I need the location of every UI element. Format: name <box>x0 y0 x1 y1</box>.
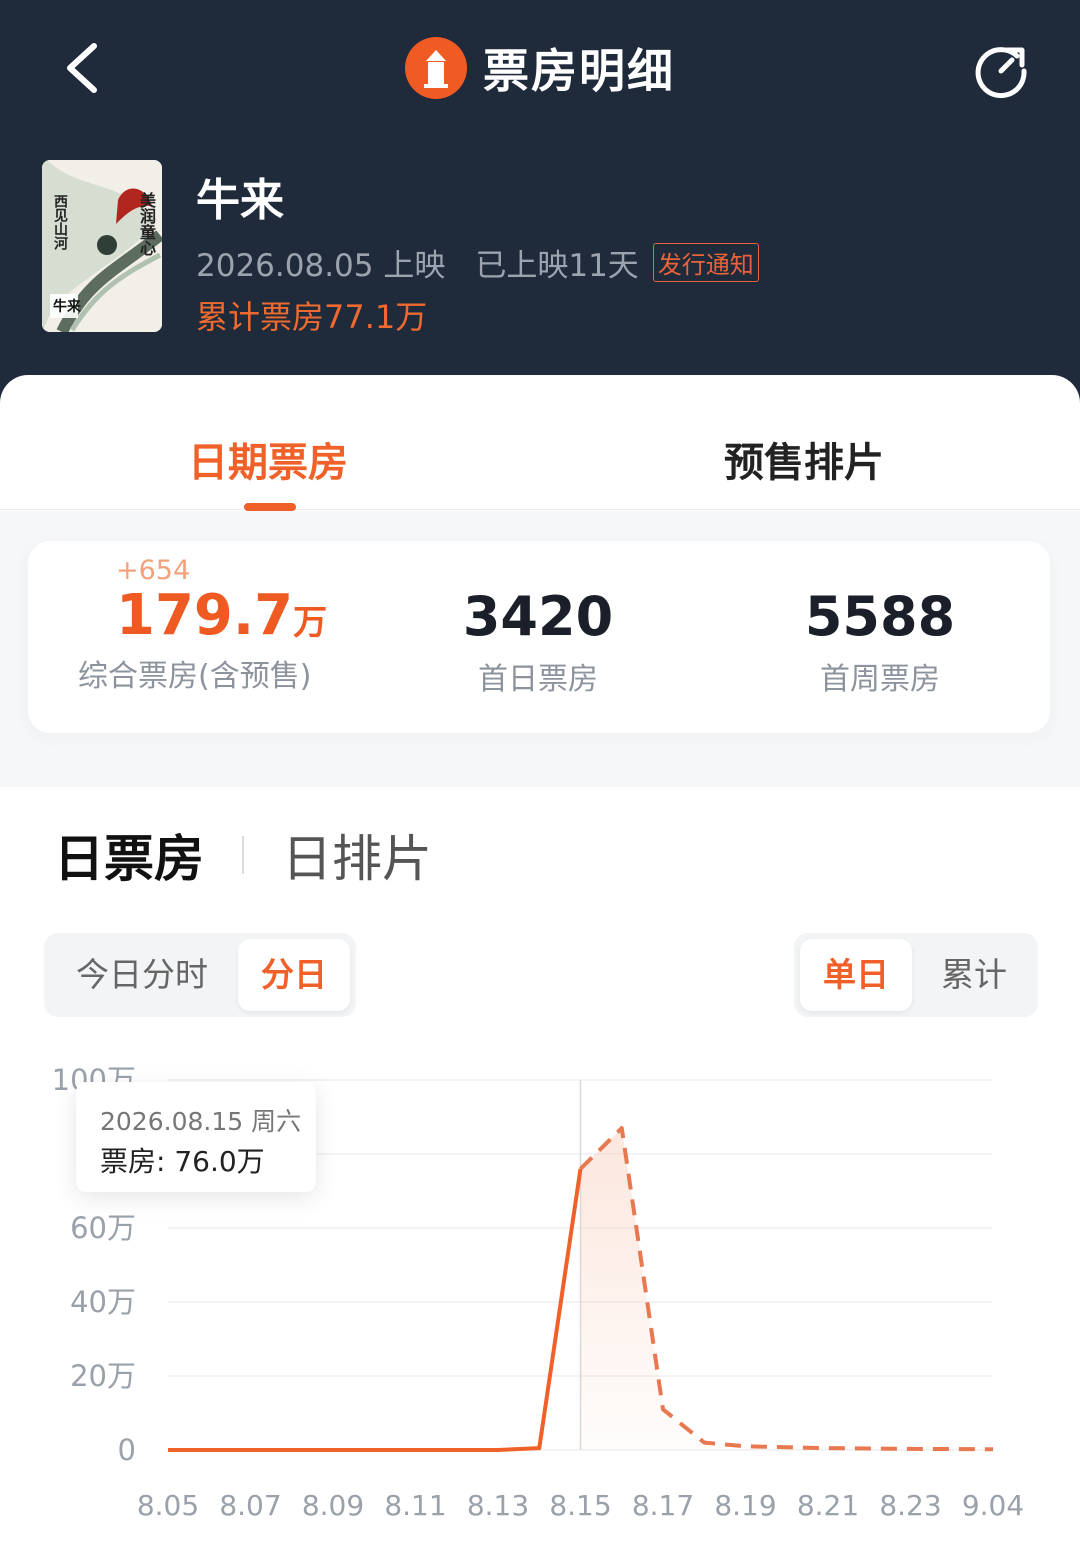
actual-box-office-line <box>168 1168 583 1452</box>
segment-cumulative[interactable]: 累计 <box>916 939 1032 1011</box>
movie-name: 牛来 <box>196 175 284 226</box>
y-axis-label: 40万 <box>70 1285 136 1319</box>
movie-poster[interactable]: 美润童心 西见山河 牛来 <box>42 160 162 332</box>
peak-area <box>580 1128 993 1450</box>
tab-date-box-office[interactable]: 日期票房 <box>188 430 348 488</box>
summary-band: +654 179.7万 综合票房(含预售) 3420 首日票房 5588 首周票… <box>0 511 1080 787</box>
first-week-stat: 5588 首周票房 <box>760 541 1000 733</box>
tab-daily-box-office[interactable]: 日票房 <box>54 819 204 891</box>
x-axis-label: 8.21 <box>797 1489 859 1522</box>
combined-box-office-stat: +654 179.7万 综合票房(含预售) <box>28 541 368 733</box>
refresh-button[interactable] <box>966 36 1036 106</box>
y-axis-label: 0 <box>118 1433 136 1467</box>
chart-tooltip: 2026.08.15 周六 票房: 76.0万 <box>76 1082 316 1192</box>
x-axis-label: 9.04 <box>962 1489 1024 1522</box>
tooltip-value: 票房: 76.0万 <box>100 1145 265 1178</box>
movie-info: 2026.08.05 上映 已上映11天 发行通知 <box>196 240 759 285</box>
first-day-stat: 3420 首日票房 <box>418 541 658 733</box>
first-week-label: 首周票房 <box>820 662 940 697</box>
tab-presale-schedule[interactable]: 预售排片 <box>724 430 884 488</box>
value-mode-segment: 单日 累计 <box>794 933 1038 1017</box>
segment-by-day[interactable]: 分日 <box>238 939 350 1011</box>
poster-text-top: 美润童心 <box>137 192 156 256</box>
page-title: 票房明细 <box>483 44 675 98</box>
first-week-value: 5588 <box>804 585 956 648</box>
active-tab-indicator <box>244 503 296 511</box>
release-date: 2026.08.05 上映 <box>196 248 446 284</box>
x-axis-label: 8.19 <box>714 1489 776 1522</box>
chart-section-tabs: 日票房 日排片 <box>54 825 432 888</box>
segment-hourly-today[interactable]: 今日分时 <box>50 939 234 1011</box>
section-divider <box>242 836 244 874</box>
poster-text-title: 牛来 <box>53 299 81 315</box>
main-tabs: 日期票房 预售排片 <box>0 375 1080 511</box>
combined-box-office-label: 综合票房(含预售) <box>78 659 312 694</box>
x-axis-label: 8.13 <box>467 1489 529 1522</box>
combined-box-office-number: 179.7 <box>116 583 294 648</box>
x-axis-label: 8.11 <box>384 1489 446 1522</box>
y-axis-label: 20万 <box>70 1359 136 1393</box>
tab-daily-schedule[interactable]: 日排片 <box>282 819 432 891</box>
page-title-area: 票房明细 <box>0 30 1080 106</box>
x-axis-label: 8.17 <box>632 1489 694 1522</box>
poster-text-side: 西见山河 <box>52 194 68 250</box>
refresh-icon <box>975 47 1027 99</box>
x-axis-label: 8.05 <box>137 1489 199 1522</box>
segment-single-day[interactable]: 单日 <box>800 939 912 1011</box>
box-office-delta: +654 <box>116 555 191 586</box>
release-notice-badge[interactable]: 发行通知 <box>652 243 759 282</box>
x-axis-label: 8.23 <box>879 1489 941 1522</box>
combined-box-office-value: 179.7万 <box>116 583 327 648</box>
time-range-segment: 今日分时 分日 <box>44 933 356 1017</box>
summary-card: +654 179.7万 综合票房(含预售) 3420 首日票房 5588 首周票… <box>28 541 1050 733</box>
detail-card: 日期票房 预售排片 +654 179.7万 综合票房(含预售) 3420 首日票… <box>0 375 1080 1543</box>
days-since-release: 已上映11天 <box>475 248 639 284</box>
combined-box-office-unit: 万 <box>293 603 328 643</box>
x-axis-label: 8.09 <box>302 1489 364 1522</box>
x-axis-label: 8.15 <box>549 1489 611 1522</box>
first-day-value: 3420 <box>462 585 614 648</box>
y-axis-label: 60万 <box>70 1211 136 1245</box>
x-axis-label: 8.07 <box>219 1489 281 1522</box>
cumulative-box-office: 累计票房77.1万 <box>196 298 428 336</box>
first-day-label: 首日票房 <box>478 662 598 697</box>
lighthouse-logo-icon <box>405 37 467 99</box>
tooltip-date: 2026.08.15 周六 <box>100 1107 302 1136</box>
top-bar: 票房明细 美润童心 西见山河 牛来 牛来 2026.08.05 上映 已上映11… <box>0 0 1080 420</box>
